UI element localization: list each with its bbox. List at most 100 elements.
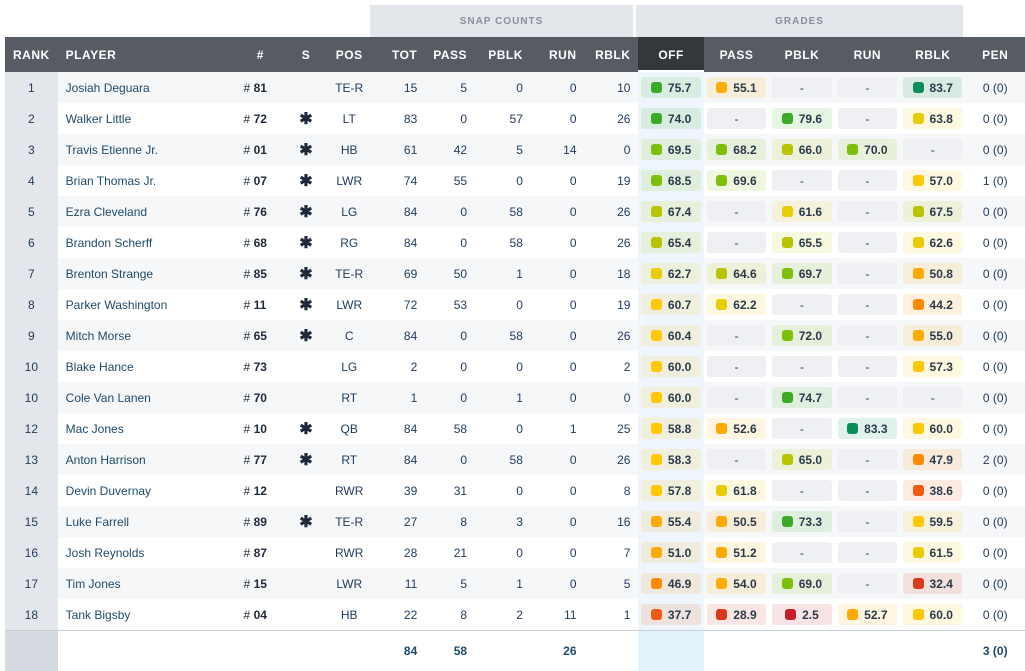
player-name-link[interactable]: Mac Jones — [58, 413, 236, 444]
grade-color-square-icon — [782, 268, 793, 279]
grade-rblk-badge: 44.2 — [903, 294, 963, 315]
snap-run: 0 — [531, 289, 585, 320]
player-name-link[interactable]: Anton Harrison — [58, 444, 236, 475]
grade-pass-badge: - — [707, 232, 766, 253]
player-name-link[interactable]: Luke Farrell — [58, 506, 236, 537]
col-header-player[interactable]: PLAYER — [58, 37, 236, 72]
grade-run-badge: 83.3 — [838, 418, 897, 439]
player-name-link[interactable]: Walker Little — [58, 103, 236, 134]
table-row[interactable]: 10Blake Hance# 73LG2000260.0---57.30 (0) — [5, 351, 1025, 382]
grade-run-badge: - — [838, 480, 897, 501]
player-name-link[interactable]: Blake Hance — [58, 351, 236, 382]
table-row[interactable]: 1Josiah Deguara# 81TE-R155001075.755.1--… — [5, 72, 1025, 103]
jersey-number-cell: # 15 — [236, 568, 286, 599]
col-header-run-grade[interactable]: RUN — [835, 37, 900, 72]
player-name-link[interactable]: Tim Jones — [58, 568, 236, 599]
grade-pass-cell: 61.8 — [704, 475, 769, 506]
grade-rblk-cell: - — [900, 134, 966, 165]
grade-color-square-icon — [716, 82, 727, 93]
player-name-link[interactable]: Brenton Strange — [58, 258, 236, 289]
col-header-rblk-snaps[interactable]: RBLK — [585, 37, 639, 72]
grade-off-badge: 65.4 — [641, 232, 700, 253]
snap-tot: 1 — [372, 382, 426, 413]
player-name-link[interactable]: Devin Duvernay — [58, 475, 236, 506]
col-header-rblk-grade[interactable]: RBLK — [900, 37, 966, 72]
grade-rblk-badge: 60.0 — [903, 418, 963, 439]
grade-value: 65.0 — [799, 453, 822, 467]
table-row[interactable]: 15Luke Farrell# 89✱TE-R278301655.450.573… — [5, 506, 1025, 537]
jersey-number-prefix: # — [244, 422, 254, 436]
grade-pass-badge: 55.1 — [707, 77, 766, 98]
col-header-off-grade[interactable]: OFF — [638, 37, 703, 72]
grade-value: 60.0 — [930, 422, 953, 436]
table-row[interactable]: 13Anton Harrison# 77✱RT8405802658.3-65.0… — [5, 444, 1025, 475]
table-row[interactable]: 16Josh Reynolds# 87RWR282100751.051.2--6… — [5, 537, 1025, 568]
player-name-link[interactable]: Ezra Cleveland — [58, 196, 236, 227]
grade-color-square-icon — [651, 206, 662, 217]
table-row[interactable]: 10Cole Van Lanen# 70RT1010060.0-74.7--0 … — [5, 382, 1025, 413]
grade-rblk-cell: 55.0 — [900, 320, 966, 351]
col-header-starter[interactable]: S — [285, 37, 327, 72]
grade-rblk-badge: - — [903, 139, 963, 160]
table-row[interactable]: 2Walker Little# 72✱LT8305702674.0-79.6-6… — [5, 103, 1025, 134]
grade-run-cell: - — [835, 537, 900, 568]
grade-value: 73.3 — [799, 515, 822, 529]
col-header-pen[interactable]: PEN — [965, 37, 1025, 72]
snap-rblk: 19 — [585, 289, 639, 320]
table-row[interactable]: 12Mac Jones# 10✱QB8458012558.852.6-83.36… — [5, 413, 1025, 444]
player-name-link[interactable]: Mitch Morse — [58, 320, 236, 351]
table-row[interactable]: 17Tim Jones# 15LWR11510546.954.069.0-32.… — [5, 568, 1025, 599]
table-row[interactable]: 8Parker Washington# 11✱LWR7253001960.762… — [5, 289, 1025, 320]
player-name-link[interactable]: Josiah Deguara — [58, 72, 236, 103]
penalties-cell: 0 (0) — [965, 599, 1025, 631]
table-row[interactable]: 4Brian Thomas Jr.# 07✱LWR7455001968.569.… — [5, 165, 1025, 196]
grade-run-badge: - — [838, 356, 897, 377]
grade-pass-cell: 50.5 — [704, 506, 769, 537]
table-row[interactable]: 9Mitch Morse# 65✱C8405802660.4-72.0-55.0… — [5, 320, 1025, 351]
jersey-number-prefix: # — [244, 298, 254, 312]
grade-value: 69.5 — [668, 143, 691, 157]
player-name-link[interactable]: Josh Reynolds — [58, 537, 236, 568]
grade-value: 65.4 — [668, 236, 691, 250]
col-header-run-snaps[interactable]: RUN — [531, 37, 585, 72]
col-header-pass-grade[interactable]: PASS — [704, 37, 769, 72]
grade-empty: - — [865, 329, 869, 343]
starter-asterisk-icon — [285, 568, 327, 599]
snap-pblk: 58 — [475, 227, 531, 258]
col-header-pblk-grade[interactable]: PBLK — [769, 37, 834, 72]
grade-value: 54.0 — [733, 577, 756, 591]
table-row[interactable]: 3Travis Etienne Jr.# 01✱HB6142514069.568… — [5, 134, 1025, 165]
player-name-link[interactable]: Cole Van Lanen — [58, 382, 236, 413]
grade-pass-badge: 64.6 — [707, 263, 766, 284]
col-header-pblk-snaps[interactable]: PBLK — [475, 37, 531, 72]
snap-pblk: 58 — [475, 444, 531, 475]
snap-tot: 27 — [372, 506, 426, 537]
table-row[interactable]: 7Brenton Strange# 85✱TE-R6950101862.764.… — [5, 258, 1025, 289]
jersey-number: 11 — [254, 298, 267, 312]
col-header-pos[interactable]: POS — [327, 37, 372, 72]
table-body: 1Josiah Deguara# 81TE-R155001075.755.1--… — [5, 72, 1025, 631]
grade-value: 57.0 — [930, 174, 953, 188]
player-name-link[interactable]: Brandon Scherff — [58, 227, 236, 258]
col-header-number[interactable]: # — [236, 37, 286, 72]
grade-color-square-icon — [651, 454, 662, 465]
grade-pblk-cell: - — [769, 537, 834, 568]
jersey-number: 89 — [254, 515, 267, 529]
col-header-pass-snaps[interactable]: PASS — [425, 37, 475, 72]
player-stats-table: RANK PLAYER # S POS TOT PASS PBLK RUN RB… — [5, 37, 1025, 671]
grade-color-square-icon — [716, 423, 727, 434]
col-header-tot[interactable]: TOT — [372, 37, 426, 72]
table-row[interactable]: 18Tank Bigsby# 04HB228211137.728.92.552.… — [5, 599, 1025, 631]
player-name-link[interactable]: Tank Bigsby — [58, 599, 236, 631]
table-row[interactable]: 5Ezra Cleveland# 76✱LG8405802667.4-61.6-… — [5, 196, 1025, 227]
grade-value: 70.0 — [864, 143, 887, 157]
player-name-link[interactable]: Travis Etienne Jr. — [58, 134, 236, 165]
col-header-rank[interactable]: RANK — [5, 37, 58, 72]
player-name-link[interactable]: Brian Thomas Jr. — [58, 165, 236, 196]
table-row[interactable]: 14Devin Duvernay# 12RWR393100857.861.8--… — [5, 475, 1025, 506]
player-name-link[interactable]: Parker Washington — [58, 289, 236, 320]
grade-empty: - — [865, 391, 869, 405]
table-row[interactable]: 6Brandon Scherff# 68✱RG8405802665.4-65.5… — [5, 227, 1025, 258]
snap-tot: 69 — [372, 258, 426, 289]
grade-color-square-icon — [913, 454, 924, 465]
